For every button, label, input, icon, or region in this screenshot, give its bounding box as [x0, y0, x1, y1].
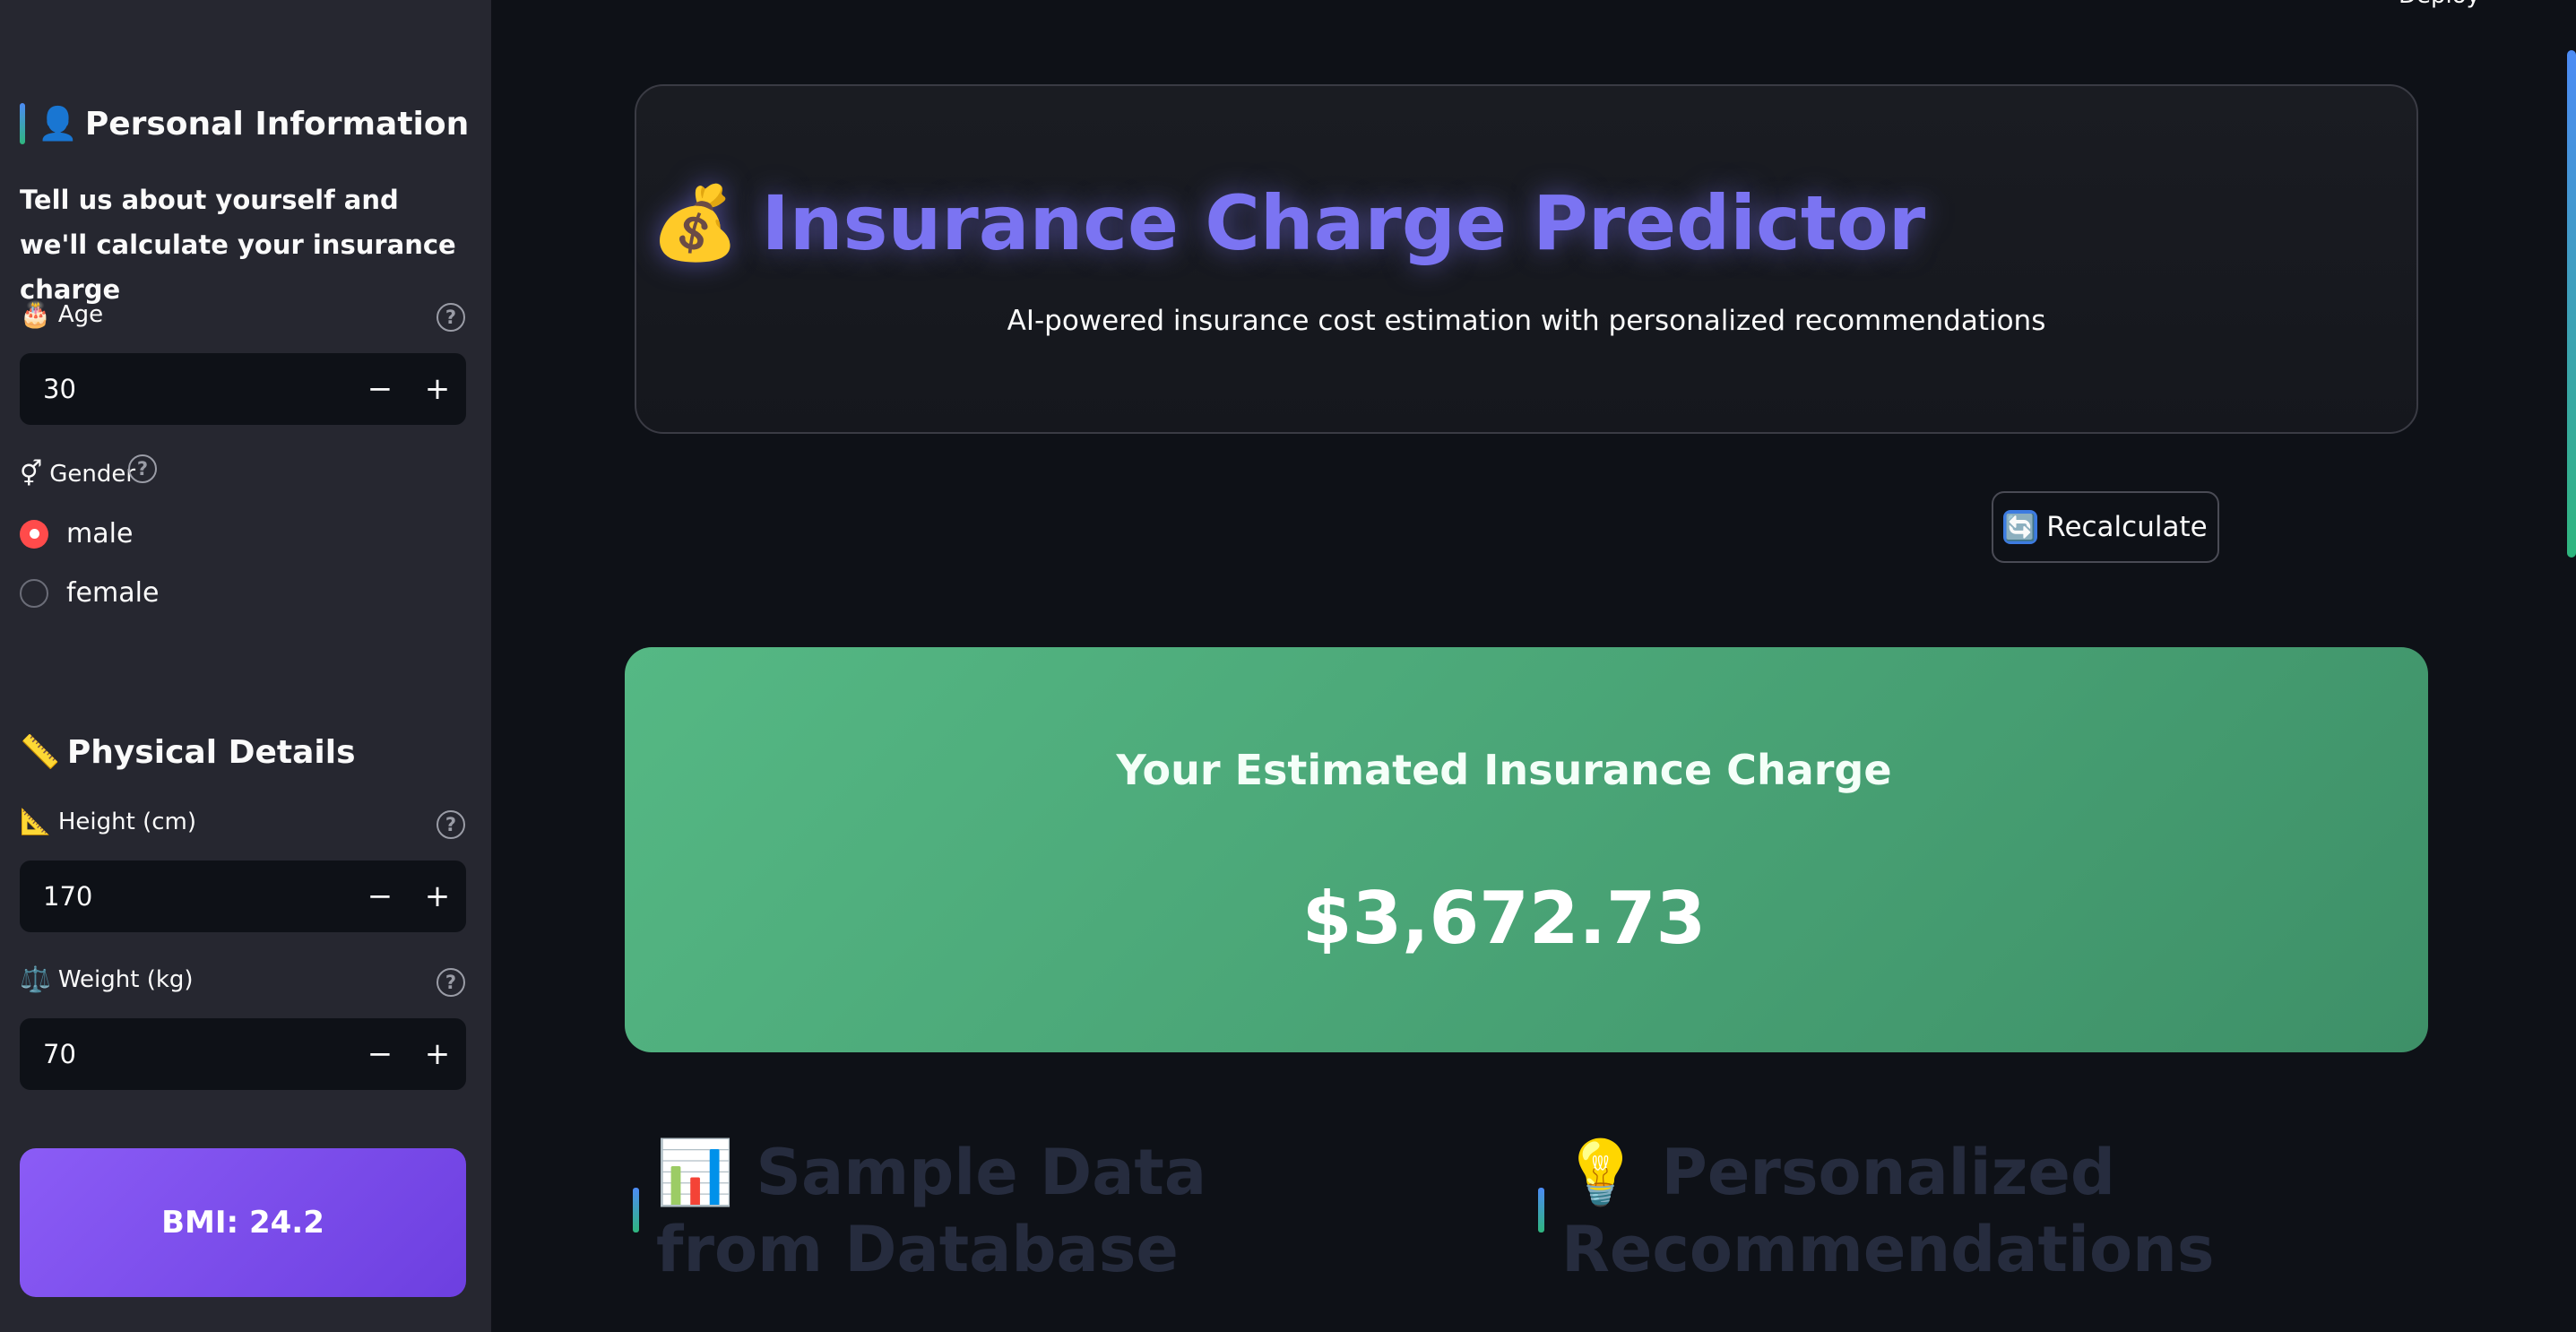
gender-help-icon[interactable]: ? — [128, 454, 157, 483]
weight-help-icon[interactable]: ? — [437, 968, 465, 997]
recalculate-button[interactable]: 🔄 Recalculate — [1992, 491, 2219, 563]
triangle-ruler-icon: 📐 — [20, 807, 51, 836]
scrollbar-thumb[interactable] — [2567, 50, 2576, 558]
weight-input[interactable]: 70 − + — [20, 1018, 466, 1090]
heading-accent-bar — [633, 1188, 639, 1233]
result-value: $3,672.73 — [1301, 877, 1707, 960]
sample-data-heading: 📊 Sample Data from Database — [633, 1134, 1337, 1288]
heading-accent-bar — [1538, 1188, 1544, 1233]
person-icon: 👤 — [38, 106, 78, 143]
recommendations-title: Personalized Recommendations — [1561, 1136, 2215, 1286]
weight-value[interactable]: 70 — [20, 1039, 351, 1069]
age-value[interactable]: 30 — [20, 374, 351, 404]
page-subtitle: AI-powered insurance cost estimation wit… — [1007, 305, 2046, 337]
refresh-icon: 🔄 — [2003, 510, 2038, 544]
age-decrement-button[interactable]: − — [351, 353, 409, 425]
age-label: 🎂 Age — [20, 299, 103, 329]
gender-label-text: Gender — [49, 460, 136, 488]
female-radio[interactable] — [20, 578, 48, 608]
height-decrement-button[interactable]: − — [351, 861, 409, 932]
money-bag-icon: 💰 — [650, 181, 740, 264]
heading-accent-bar — [20, 103, 25, 144]
weight-label-text: Weight (kg) — [57, 965, 194, 993]
weight-label: ⚖️ Weight (kg) — [20, 964, 194, 994]
lightbulb-icon: 💡 — [1561, 1136, 1640, 1209]
page-title: 💰 Insurance Charge Predictor — [0, 179, 2576, 267]
height-increment-button[interactable]: + — [409, 861, 466, 932]
personal-info-heading: 👤 Personal Information — [20, 103, 469, 144]
female-radio-label[interactable]: female — [66, 577, 159, 609]
age-increment-button[interactable]: + — [409, 353, 466, 425]
height-value[interactable]: 170 — [20, 881, 351, 912]
birthday-cake-icon: 🎂 — [20, 299, 51, 329]
personal-info-title: Personal Information — [84, 105, 470, 143]
height-label-text: Height (cm) — [57, 808, 196, 835]
result-label: Your Estimated Insurance Charge — [1116, 746, 1892, 794]
height-label: 📐 Height (cm) — [20, 807, 196, 836]
gender-label: ⚥ Gender — [20, 459, 135, 489]
gender-option-female[interactable]: female — [20, 577, 159, 609]
recalculate-label: Recalculate — [2046, 511, 2208, 543]
weight-increment-button[interactable]: + — [409, 1018, 466, 1090]
sample-data-title: Sample Data from Database — [656, 1136, 1207, 1286]
age-input[interactable]: 30 − + — [20, 353, 466, 425]
gender-icon: ⚥ — [20, 459, 43, 489]
physical-details-heading: 📏 Physical Details — [20, 733, 356, 772]
height-input[interactable]: 170 − + — [20, 861, 466, 932]
age-label-text: Age — [57, 300, 104, 328]
physical-details-title: Physical Details — [66, 733, 356, 771]
male-radio-label[interactable]: male — [66, 518, 133, 549]
recommendations-heading: 💡 Personalized Recommendations — [1538, 1134, 2368, 1288]
bar-chart-icon: 📊 — [656, 1136, 735, 1209]
deploy-button[interactable]: Deploy — [2399, 0, 2480, 9]
page-title-text: Insurance Charge Predictor — [761, 179, 1926, 267]
scales-icon: ⚖️ — [20, 964, 51, 994]
ruler-icon: 📏 — [20, 734, 60, 771]
result-card — [625, 647, 2428, 1052]
weight-decrement-button[interactable]: − — [351, 1018, 409, 1090]
gender-option-male[interactable]: male — [20, 518, 133, 549]
male-radio[interactable] — [20, 519, 48, 549]
height-help-icon[interactable]: ? — [437, 810, 465, 839]
bmi-card: BMI: 24.2 — [20, 1148, 466, 1297]
age-help-icon[interactable]: ? — [437, 303, 465, 332]
